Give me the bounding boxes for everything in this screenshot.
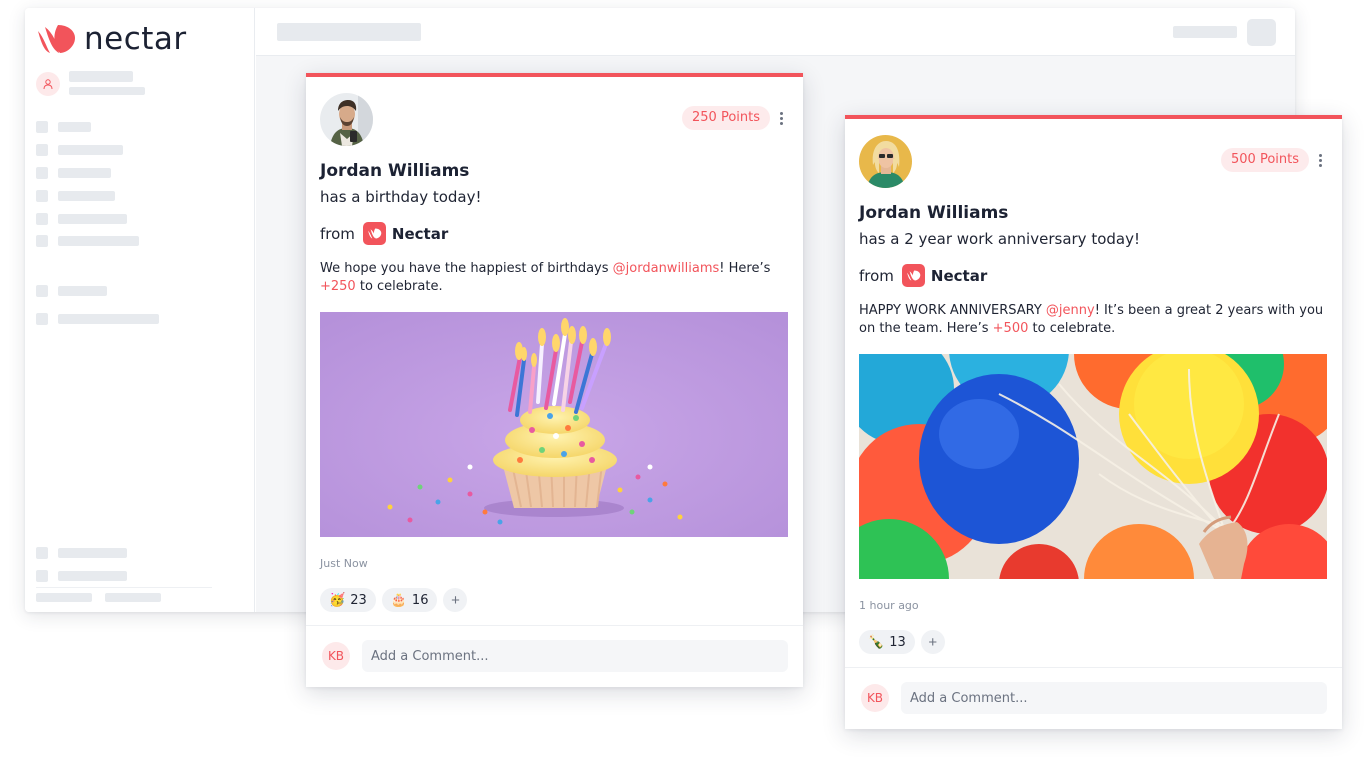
sender-name[interactable]: Nectar [931,267,987,285]
bonus-points: +250 [320,279,356,294]
sender-name[interactable]: Nectar [392,225,448,243]
commenter-avatar: KB [322,642,350,670]
from-row: from Nectar [320,222,448,245]
reaction-count: 13 [889,634,906,650]
message-text: to celebrate. [355,279,443,294]
add-reaction-button[interactable]: + [920,630,945,654]
profile-name-placeholder [69,71,133,82]
event-description: has a 2 year work anniversary today! [859,230,1140,248]
nav-icon-placeholder [36,121,48,133]
reaction-bar: 🍾 13 + [859,630,945,654]
post-timestamp: 1 hour ago [859,599,919,612]
message-text: ! Here’s [719,261,771,276]
points-badge: 500 Points [1221,148,1309,172]
nectar-logo-icon [362,222,386,245]
reaction-party[interactable]: 🥳 23 [320,588,376,612]
birthday-post-card: 250 Points Jordan Williams has a birthda… [306,73,803,687]
nav-icon-placeholder [36,190,48,202]
bonus-points: +500 [992,321,1029,336]
champagne-bottle-icon: 🍾 [868,634,885,650]
nav-icon-placeholder [36,570,48,582]
anniversary-post-card: 500 Points Jordan Williams has a 2 year … [845,115,1342,729]
footer-link-placeholder[interactable] [36,593,92,602]
add-reaction-button[interactable]: + [443,588,468,612]
party-face-icon: 🥳 [329,592,346,608]
nav-icon-placeholder [36,313,48,325]
nav-label-placeholder[interactable] [58,236,139,246]
nav-icon-placeholder [36,167,48,179]
from-row: from Nectar [859,264,987,287]
more-options-icon[interactable] [773,107,789,129]
nav-label-placeholder[interactable] [58,191,115,201]
message-text: to celebrate. [1028,321,1116,336]
post-message: We hope you have the happiest of birthda… [320,260,790,296]
nav-icon-placeholder [36,144,48,156]
reaction-count: 23 [350,592,367,608]
nav-label-placeholder[interactable] [58,214,127,224]
more-options-icon[interactable] [1312,149,1328,171]
nav-label-placeholder[interactable] [58,145,123,155]
user-icon[interactable] [36,72,60,96]
nav-label-placeholder[interactable] [58,122,91,132]
page-title-placeholder [277,23,421,41]
brand-name: nectar [84,20,187,57]
comment-input[interactable] [362,640,788,672]
nav-label-placeholder[interactable] [58,314,159,324]
nav-icon-placeholder [36,547,48,559]
topbar-text-placeholder[interactable] [1173,26,1237,38]
from-label: from [320,224,355,243]
nav-label-placeholder[interactable] [58,571,127,581]
post-message: HAPPY WORK ANNIVERSARY @jenny! It’s been… [859,302,1329,338]
reaction-count: 16 [411,592,429,608]
nav-icon-placeholder [36,285,48,297]
author-avatar[interactable] [320,93,373,146]
profile-sub-placeholder [69,87,145,95]
balloons-image [859,354,1327,579]
mention-link[interactable]: @jordanwilliams [613,261,720,276]
author-avatar[interactable] [859,135,912,188]
birthday-cupcake-image [320,312,788,537]
message-text: HAPPY WORK ANNIVERSARY [859,303,1046,318]
nav-icon-placeholder [36,235,48,247]
message-text: We hope you have the happiest of birthda… [320,261,613,276]
mention-link[interactable]: @jenny [1046,303,1095,318]
nectar-logo-icon [38,25,75,53]
reaction-cake[interactable]: 🎂 16 [381,588,438,612]
author-name[interactable]: Jordan Williams [859,203,1008,223]
nav-label-placeholder[interactable] [58,548,127,558]
nav-label-placeholder[interactable] [58,168,111,178]
sidebar-divider [36,587,212,588]
author-name[interactable]: Jordan Williams [320,161,469,181]
nav-icon-placeholder [36,213,48,225]
brand-logo[interactable]: nectar [35,22,187,56]
sidebar: nectar [25,8,255,612]
birthday-cake-icon: 🎂 [390,592,407,608]
footer-link-placeholder[interactable] [105,593,161,602]
topbar-button-placeholder[interactable] [1247,19,1276,46]
comment-divider [306,625,803,626]
from-label: from [859,266,894,285]
topbar [256,8,1295,56]
reaction-bar: 🥳 23 🎂 16 + [320,588,468,612]
reaction-champagne[interactable]: 🍾 13 [859,630,915,654]
event-description: has a birthday today! [320,188,482,206]
post-timestamp: Just Now [320,557,368,570]
comment-divider [845,667,1342,668]
points-badge: 250 Points [682,106,770,130]
nav-label-placeholder[interactable] [58,286,107,296]
comment-input[interactable] [901,682,1327,714]
commenter-avatar: KB [861,684,889,712]
nectar-logo-icon [901,264,925,287]
